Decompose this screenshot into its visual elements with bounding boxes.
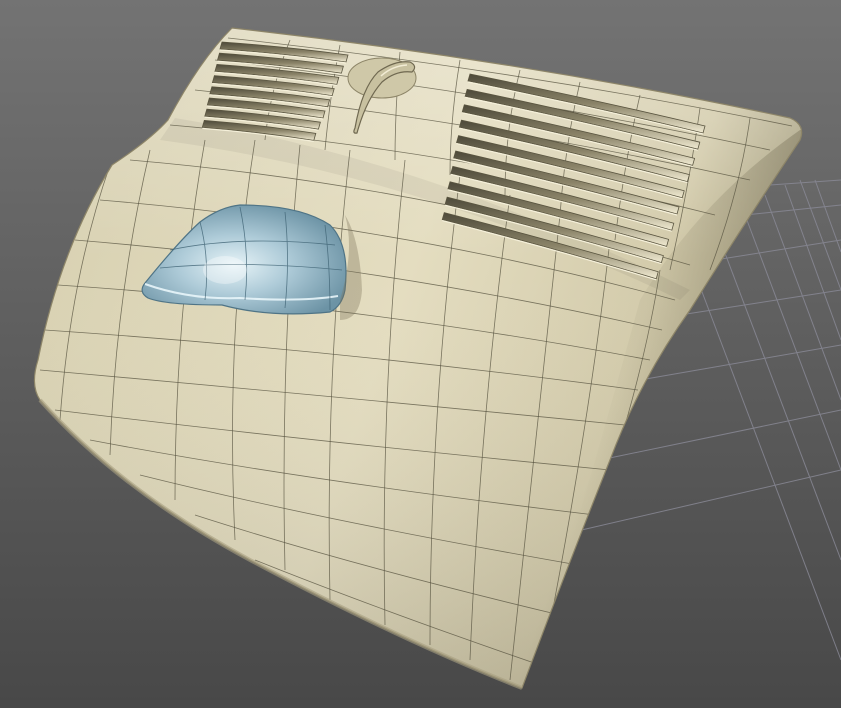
3d-viewport[interactable] — [0, 0, 841, 708]
viewport-canvas[interactable] — [0, 0, 841, 708]
